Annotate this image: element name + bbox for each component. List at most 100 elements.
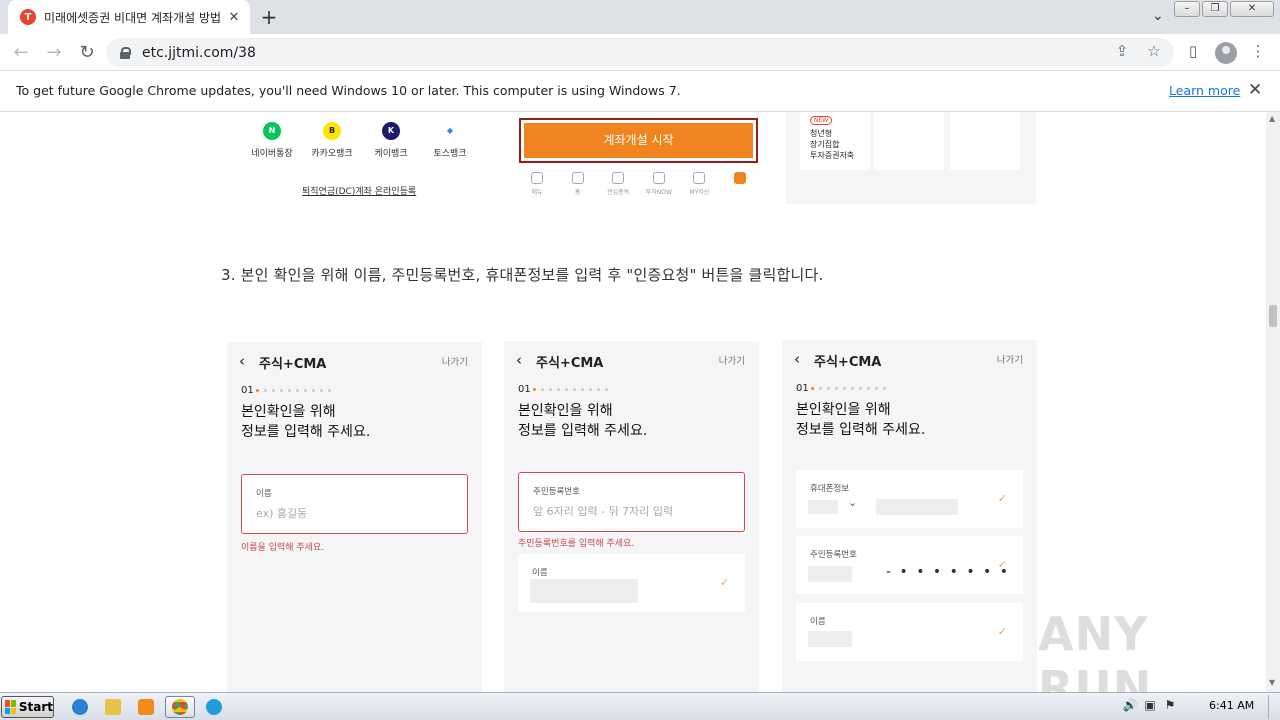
app-nav-item: [722, 170, 758, 200]
rrn-field: 주민등록번호 - • • • • • • • ✓: [796, 536, 1023, 594]
field-label: 주민등록번호: [810, 550, 857, 560]
bookmark-star-icon[interactable]: ☆: [1144, 41, 1164, 61]
exit-label: 나가기: [718, 356, 745, 367]
lock-icon[interactable]: [120, 47, 131, 59]
check-icon: ✓: [719, 576, 729, 589]
app-nav-item: 메뉴: [519, 170, 555, 200]
step3-instruction: 3. 본인 확인을 위해 이름, 주민등록번호, 휴대폰정보를 입력 후 "인증…: [221, 266, 824, 284]
learn-more-link[interactable]: Learn more: [1169, 83, 1240, 98]
back-chevron-icon: ‹: [794, 350, 800, 368]
profile-avatar-icon[interactable]: [1215, 42, 1237, 64]
retire-pension-link: 퇴직연금(DC)계좌 온라인등록: [302, 187, 417, 197]
check-icon: ✓: [997, 492, 1007, 505]
field-label: 이름: [532, 568, 548, 578]
name-value-mask: [530, 579, 638, 603]
field-label: 이름: [256, 489, 272, 499]
promo-panel: NEW 청년형 장기집합 투자증권저축: [786, 112, 1036, 204]
tab-title: 미래에셋증권 비대면 계좌개설 방법: [44, 10, 222, 25]
phone-screen-phone: ‹ 주식+CMA 나가기 01 본인확인을 위해 정보를 입력해 주세요. 휴대폰…: [782, 340, 1037, 692]
media-player-icon[interactable]: [131, 696, 161, 718]
update-infobar: To get future Google Chrome updates, you…: [0, 71, 1280, 112]
close-window-button[interactable]: ✕: [1230, 1, 1274, 17]
browser-titlebar: T 미래에셋증권 비대면 계좌개설 방법 ✕ + ⌄ – ❐ ✕: [0, 0, 1280, 34]
home-icon: [571, 172, 584, 184]
progress-dots: [256, 389, 331, 392]
show-desktop-button[interactable]: [1268, 695, 1278, 719]
bank-name: 토스뱅크: [433, 149, 467, 159]
page-scrollbar[interactable]: ▲ ▼: [1266, 112, 1280, 692]
window-controls: – ❐ ✕: [1174, 1, 1274, 17]
explorer-folder-icon[interactable]: [98, 696, 128, 718]
share-icon[interactable]: ⇪: [1112, 41, 1132, 61]
volume-icon[interactable]: 🔊: [1122, 697, 1138, 713]
action-center-flag-icon[interactable]: ⚑: [1162, 697, 1178, 713]
tv-icon: [652, 172, 665, 184]
check-icon: ✓: [997, 625, 1007, 638]
app-nav-item: 관심종목: [600, 170, 636, 200]
bank-name: 케이뱅크: [374, 149, 408, 159]
step-number: 01: [518, 384, 531, 395]
rrn-front-mask: [808, 566, 852, 582]
new-badge: NEW: [810, 116, 833, 125]
progress-dots: [533, 388, 608, 391]
scroll-up-icon[interactable]: ▲: [1269, 114, 1275, 123]
heart-icon: [612, 172, 625, 184]
new-tab-button[interactable]: +: [258, 6, 280, 28]
start-button[interactable]: Start: [1, 696, 54, 718]
phone-screen-rrn: ‹ 주식+CMA 나가기 01 본인확인을 위해 정보를 입력해 주세요. 주민등…: [504, 341, 759, 692]
browser-tab[interactable]: T 미래에셋증권 비대면 계좌개설 방법 ✕: [8, 0, 250, 34]
menu-icon: [531, 172, 543, 184]
minimize-button[interactable]: –: [1174, 1, 1200, 17]
app-screenshot-top: N 네이버통장 B 카카오뱅크 K 케이뱅크 ◆ 토스뱅크 퇴직연금(DC)계좌…: [232, 112, 1036, 204]
scrollbar-thumb[interactable]: [1269, 305, 1277, 327]
bank-item: ◆ 토스뱅크: [420, 122, 480, 159]
back-arrow-icon[interactable]: ←: [9, 41, 33, 65]
promo-card: NEW 청년형 장기집합 투자증권저축: [800, 112, 870, 170]
tab-close-icon[interactable]: ✕: [226, 10, 242, 25]
kakao-logo-icon: B: [323, 122, 341, 140]
bank-item: K 케이뱅크: [361, 122, 421, 159]
phone-icon: [733, 172, 746, 184]
ie-icon[interactable]: [65, 696, 95, 718]
field-label: 휴대폰정보: [810, 484, 850, 494]
app-nav-item: 홈: [560, 170, 596, 200]
screen-title: 주식+CMA: [259, 357, 327, 372]
address-bar[interactable]: etc.jjtmi.com/38: [106, 38, 1174, 67]
taskbar-clock[interactable]: 6:41 AM: [1209, 699, 1254, 712]
scroll-down-icon[interactable]: ▼: [1269, 678, 1275, 687]
field-label: 이름: [810, 617, 826, 627]
field-label: 주민등록번호: [533, 487, 580, 497]
side-panel-icon[interactable]: ▯: [1183, 41, 1203, 61]
start-account-button: 계좌개설 시작: [524, 123, 753, 158]
error-message: 주민등록번호를 입력해 주세요.: [518, 539, 635, 549]
screen-heading: 본인확인을 위해 정보를 입력해 주세요.: [796, 402, 926, 438]
name-value-mask: [808, 631, 852, 647]
screen-title: 주식+CMA: [536, 356, 604, 371]
url-text[interactable]: etc.jjtmi.com/38: [142, 45, 256, 61]
progress-dots: [811, 387, 886, 390]
rrn-masked-digits: - • • • • • • •: [886, 564, 1011, 580]
windows-logo-icon: [5, 700, 16, 714]
app-bottom-nav: 메뉴 홈 관심종목 투자NOW MY자산: [519, 170, 758, 200]
restore-button[interactable]: ❐: [1202, 1, 1228, 17]
page-content: N 네이버통장 B 카카오뱅크 K 케이뱅크 ◆ 토스뱅크 퇴직연금(DC)계좌…: [0, 112, 1266, 692]
chrome-taskbar-icon[interactable]: [165, 696, 195, 718]
edge-icon[interactable]: [199, 696, 229, 718]
network-icon[interactable]: ▣: [1142, 697, 1158, 713]
check-icon: ✓: [997, 558, 1007, 571]
error-message: 이름을 입력해 주세요.: [241, 543, 325, 553]
reload-icon[interactable]: ↻: [75, 41, 99, 65]
kebab-menu-icon[interactable]: ⋮: [1248, 41, 1268, 61]
tab-search-chevron-icon[interactable]: ⌄: [1152, 8, 1164, 24]
forward-arrow-icon[interactable]: →: [42, 41, 66, 65]
chevron-down-icon: ⌄: [848, 496, 858, 509]
infobar-close-icon[interactable]: ✕: [1248, 80, 1262, 100]
bank-item: N 네이버통장: [242, 122, 302, 159]
pie-icon: [693, 172, 706, 184]
field-placeholder: 앞 6자리 입력 - 뒤 7자리 입력: [533, 505, 674, 518]
phone-screen-name: ‹ 주식+CMA 나가기 01 본인확인을 위해 정보를 입력해 주세요. 이름 …: [227, 342, 482, 692]
screen-heading: 본인확인을 위해 정보를 입력해 주세요.: [518, 403, 648, 439]
app-nav-item: 투자NOW: [641, 170, 677, 200]
promo-card: [874, 112, 944, 170]
system-tray: 🔊 ▣ ⚑: [1122, 697, 1178, 713]
